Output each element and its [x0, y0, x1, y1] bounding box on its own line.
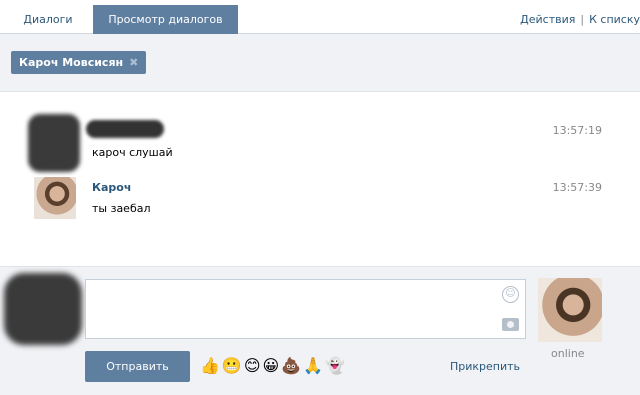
avatar[interactable]: [34, 177, 76, 219]
sender-name[interactable]: [86, 120, 164, 138]
camera-icon[interactable]: [502, 318, 519, 331]
my-avatar: [4, 273, 82, 345]
message-input[interactable]: ☺: [85, 279, 526, 339]
top-tabs: Диалоги Просмотр диалогов Действия | К спи…: [0, 0, 640, 34]
online-status: online: [551, 347, 585, 360]
divider: |: [580, 13, 585, 26]
message-text: кароч слушай: [92, 146, 173, 159]
sender-name[interactable]: Кароч: [92, 181, 131, 194]
quick-emoji-bar[interactable]: 👍😬😊😀💩🙏👻: [200, 353, 347, 379]
recipient-bar: Кароч Мовсисян ✖: [0, 34, 640, 92]
close-icon[interactable]: ✖: [129, 56, 138, 69]
actions-link[interactable]: Действия: [520, 13, 575, 26]
back-to-list-link[interactable]: К списку: [589, 13, 640, 26]
message-composer: ☺ Отправить 👍😬😊😀💩🙏👻 Прикрепить online: [0, 266, 640, 395]
tab-dialogs[interactable]: Диалоги: [12, 5, 84, 34]
send-button[interactable]: Отправить: [85, 351, 190, 382]
recipient-chip[interactable]: Кароч Мовсисян ✖: [11, 51, 147, 74]
message-time: 13:57:39: [552, 181, 602, 194]
tab-view-dialogs[interactable]: Просмотр диалогов: [93, 5, 238, 34]
message-time: 13:57:19: [552, 124, 602, 137]
message-item: Кароч ты заебал 13:57:39: [0, 175, 640, 225]
avatar[interactable]: [28, 114, 80, 172]
message-item: кароч слушай 13:57:19: [0, 110, 640, 180]
peer-avatar[interactable]: [538, 278, 602, 342]
smile-icon[interactable]: ☺: [502, 286, 519, 303]
attach-link[interactable]: Прикрепить: [450, 360, 520, 373]
message-text: ты заебал: [92, 202, 151, 215]
recipient-name: Кароч Мовсисян: [19, 56, 124, 69]
header-actions: Действия | К списку: [520, 5, 640, 34]
